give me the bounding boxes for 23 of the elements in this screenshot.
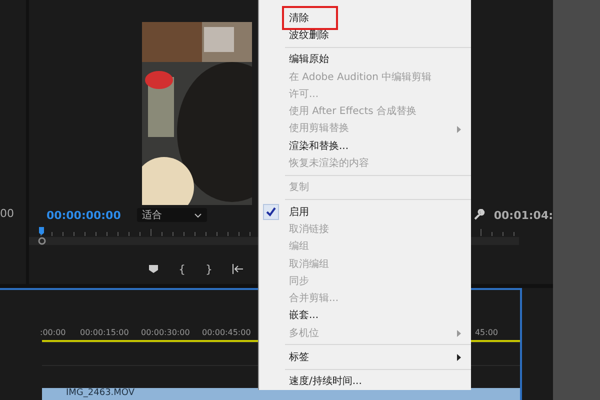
video-clip[interactable]: IMG_2463.MOV <box>42 388 520 400</box>
menu-item[interactable]: 清除 <box>259 9 471 26</box>
chevron-down-icon <box>194 212 202 218</box>
menu-item[interactable]: 速度/持续时间... <box>259 372 471 390</box>
duration-timecode: 00:01:04: <box>494 208 553 222</box>
menu-item[interactable]: 编辑原始 <box>259 50 471 68</box>
ruler-label: 45:00 <box>474 328 498 336</box>
menu-item[interactable]: 启用 <box>259 202 471 220</box>
timecode: 00:00:00:00 <box>46 208 121 222</box>
ruler-label: 00:00:15:00 <box>80 328 130 336</box>
menu-item[interactable]: 嵌套... <box>259 306 471 324</box>
ruler-label: 00:00:30:00 <box>141 328 191 336</box>
ruler-label: 00:00:45:00 <box>202 328 252 336</box>
menu-item[interactable]: 标签 <box>259 348 471 366</box>
marker-icon[interactable] <box>149 265 158 273</box>
zoom-dropdown[interactable]: 适合 <box>136 208 207 222</box>
go-to-in-icon[interactable] <box>232 264 244 274</box>
menu-item[interactable]: 渲染和替换... <box>259 137 471 154</box>
mark-button[interactable]: { <box>178 262 186 276</box>
menu-item[interactable]: 波纹删除 <box>259 26 471 44</box>
timecode: 00 <box>0 206 15 220</box>
mark-button[interactable]: } <box>205 262 212 276</box>
ruler-label: :00:00 <box>40 328 67 336</box>
